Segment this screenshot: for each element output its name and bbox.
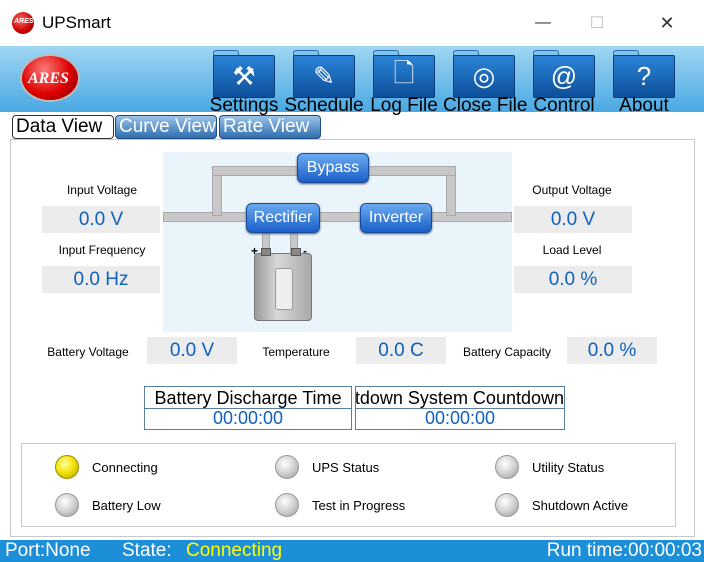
dc-pipe xyxy=(316,212,362,222)
document-icon: 🗋 xyxy=(393,57,415,88)
test-progress-led-icon xyxy=(275,493,299,517)
plus-sign: + xyxy=(251,244,259,258)
input-frequency-value: 0.0 Hz xyxy=(42,266,160,293)
test-progress-label: Test in Progress xyxy=(312,498,406,513)
bypass-pipe-top-left xyxy=(212,166,302,176)
logo-text: ARES xyxy=(28,70,69,87)
close-file-label: Close File xyxy=(443,95,528,116)
maximize-button[interactable]: ☐ xyxy=(574,0,620,46)
ares-logo: ARES xyxy=(20,54,80,102)
output-voltage-value: 0.0 V xyxy=(514,206,632,233)
battery-terminal-pos xyxy=(261,248,271,256)
close-file-button[interactable]: ◎ Close File xyxy=(443,50,527,116)
inverter-block: Inverter xyxy=(360,203,432,233)
load-level-label: Load Level xyxy=(542,243,602,257)
bypass-pipe-top-right xyxy=(366,166,456,176)
load-level-value: 0.0 % xyxy=(514,266,632,293)
state-label: State: xyxy=(122,540,172,561)
settings-label: Settings xyxy=(209,95,279,116)
port-status: Port:None xyxy=(5,540,91,561)
battery-capacity-value: 0.0 % xyxy=(567,337,657,364)
run-time: Run time:00:00:03 xyxy=(546,540,702,561)
battery-voltage-value: 0.0 V xyxy=(147,337,237,364)
status-indicators: Connecting UPS Status Utility Status Bat… xyxy=(21,443,676,527)
input-pipe xyxy=(163,212,248,222)
tab-curve-view[interactable]: Curve View xyxy=(115,115,217,139)
window-title: UPSmart xyxy=(42,13,111,32)
battery-capacity-label: Battery Capacity xyxy=(462,345,552,359)
shutdown-active-led-icon xyxy=(495,493,519,517)
circle-icon: ◎ xyxy=(472,61,496,91)
tab-data-view[interactable]: Data View xyxy=(12,115,114,139)
battery-low-led-icon xyxy=(55,493,79,517)
utility-status-label: Utility Status xyxy=(532,460,605,475)
hammer-icon: ⚒ xyxy=(232,61,256,91)
question-icon: ? xyxy=(636,61,652,91)
utility-status-led-icon xyxy=(495,455,519,479)
shutdown-countdown-box: Shutdown System Countdown 00:00:00 xyxy=(355,386,565,430)
battery-window xyxy=(275,268,293,310)
shutdown-countdown-value: 00:00:00 xyxy=(424,408,496,428)
about-label: About xyxy=(619,95,669,116)
about-button[interactable]: ? About xyxy=(613,50,675,116)
temperature-label: Temperature xyxy=(262,345,330,359)
discharge-time-label: Battery Discharge Time xyxy=(145,387,351,409)
input-voltage-label: Input Voltage xyxy=(66,183,138,197)
pencil-icon: ✎ xyxy=(313,61,335,91)
log-file-button[interactable]: 🗋 Log File xyxy=(370,50,438,116)
status-bar: Port:None State: Connecting Run time:00:… xyxy=(0,540,704,562)
battery-icon: + - xyxy=(251,244,312,321)
minus-sign: - xyxy=(303,244,307,258)
temperature-value: 0.0 C xyxy=(356,337,446,364)
bypass-block: Bypass xyxy=(297,153,369,183)
app-icon-text: ARES xyxy=(14,18,34,25)
ups-status-label: UPS Status xyxy=(312,460,380,475)
control-button[interactable]: @ Control xyxy=(533,50,595,116)
at-icon: @ xyxy=(550,61,578,91)
connecting-label: Connecting xyxy=(92,460,158,475)
ups-status-led-icon xyxy=(275,455,299,479)
discharge-time-value: 00:00:00 xyxy=(212,408,284,428)
close-button[interactable]: ✕ xyxy=(644,0,690,46)
input-voltage-value: 0.0 V xyxy=(42,206,160,233)
connecting-led-icon xyxy=(55,455,79,479)
control-label: Control xyxy=(533,95,595,116)
battery-voltage-label: Battery Voltage xyxy=(47,345,129,359)
shutdown-active-label: Shutdown Active xyxy=(532,498,629,513)
battery-terminal-neg xyxy=(291,248,301,256)
output-pipe xyxy=(430,212,512,222)
schedule-button[interactable]: ✎ Schedule xyxy=(284,50,364,116)
input-frequency-label: Input Frequency xyxy=(58,243,146,257)
battery-low-label: Battery Low xyxy=(92,498,161,513)
output-voltage-label: Output Voltage xyxy=(532,183,612,197)
log-file-label: Log File xyxy=(370,95,438,116)
state-value: Connecting xyxy=(186,540,283,561)
tab-rate-view[interactable]: Rate View xyxy=(219,115,321,139)
app-icon: ARES xyxy=(12,12,34,34)
schedule-label: Schedule xyxy=(284,95,364,116)
minimize-button[interactable]: — xyxy=(520,0,566,46)
settings-button[interactable]: ⚒ Settings xyxy=(210,50,278,116)
toolbar: ARES ⚒ Settings ✎ Schedule 🗋 Log File ◎ … xyxy=(0,46,704,116)
shutdown-countdown-label: Shutdown System Countdown xyxy=(356,387,564,409)
discharge-time-box: Battery Discharge Time 00:00:00 xyxy=(144,386,352,430)
title-bar: ARES UPSmart — ☐ ✕ xyxy=(0,0,704,46)
rectifier-block: Rectifier xyxy=(246,203,320,233)
